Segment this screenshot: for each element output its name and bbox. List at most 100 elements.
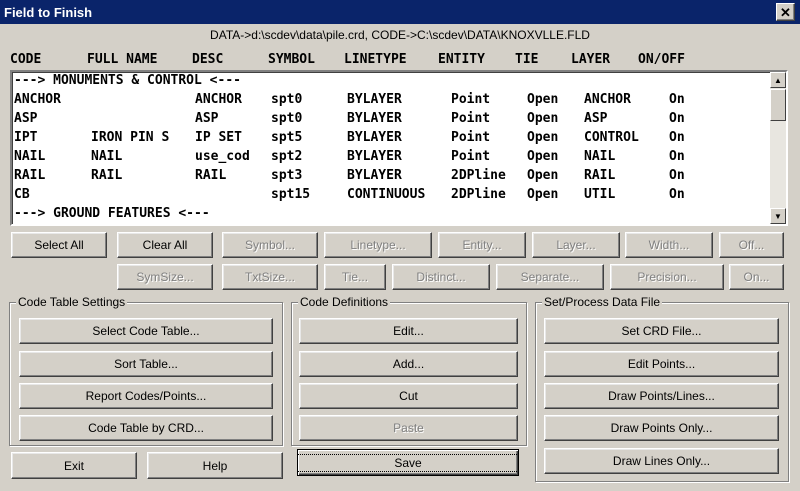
on-button[interactable]: On...: [729, 264, 784, 290]
cell-onoff: On: [669, 130, 685, 145]
code-table-settings-title: Code Table Settings: [16, 295, 128, 309]
set-process-title: Set/Process Data File: [542, 295, 663, 309]
cell-linetype: BYLAYER: [347, 111, 402, 126]
data-path-info: DATA->d:\scdev\data\pile.crd, CODE->C:\s…: [210, 28, 590, 42]
cut-button[interactable]: Cut: [299, 383, 518, 409]
cell-layer: ASP: [584, 111, 608, 126]
draw-points-only-button[interactable]: Draw Points Only...: [544, 415, 779, 441]
linetype-button[interactable]: Linetype...: [324, 232, 432, 258]
paste-button[interactable]: Paste: [299, 415, 518, 441]
off-label: Off...: [738, 238, 765, 252]
cell-symbol: spt5: [271, 130, 303, 145]
list-section-row[interactable]: ---> GROUND FEATURES <---: [14, 206, 210, 224]
close-button[interactable]: ✕: [776, 3, 795, 21]
sort-table-button[interactable]: Sort Table...: [19, 351, 273, 377]
cell-desc: RAIL: [195, 168, 227, 183]
cell-full-name: NAIL: [91, 149, 123, 164]
add-button[interactable]: Add...: [299, 351, 518, 377]
linetype-label: Linetype...: [350, 238, 406, 252]
cell-onoff: On: [669, 168, 685, 183]
report-codes-points-button[interactable]: Report Codes/Points...: [19, 383, 273, 409]
cell-onoff: On: [669, 149, 685, 164]
col-header-layer: LAYER: [571, 52, 611, 67]
select-all-button[interactable]: Select All: [11, 232, 107, 258]
arrow-up-icon: ▲: [774, 75, 782, 85]
on-label: On...: [743, 270, 770, 284]
tie-button[interactable]: Tie...: [324, 264, 386, 290]
cell-code: IPT: [14, 130, 38, 145]
list-item[interactable]: NAIL NAIL use_cod spt2 BYLAYER Point Ope…: [14, 149, 685, 168]
edit-label: Edit...: [393, 324, 424, 338]
width-button[interactable]: Width...: [625, 232, 713, 258]
cell-code: ANCHOR: [14, 92, 61, 107]
draw-lines-only-label: Draw Lines Only...: [612, 454, 711, 468]
column-headers: CODE FULL NAME DESC SYMBOL LINETYPE ENTI…: [0, 52, 685, 70]
list-item[interactable]: RAIL RAIL RAIL spt3 BYLAYER 2DPline Open…: [14, 168, 685, 187]
layer-button[interactable]: Layer...: [532, 232, 620, 258]
cell-desc: IP SET: [195, 130, 242, 145]
code-table-by-crd-button[interactable]: Code Table by CRD...: [19, 415, 273, 441]
precision-button[interactable]: Precision...: [610, 264, 724, 290]
cell-full-name: IRON PIN S: [91, 130, 170, 145]
col-header-entity: ENTITY: [438, 52, 485, 67]
list-section-row[interactable]: ---> MONUMENTS & CONTROL <---: [14, 73, 241, 92]
scroll-thumb[interactable]: [770, 89, 786, 121]
exit-button[interactable]: Exit: [11, 452, 137, 479]
list-item[interactable]: ANCHOR ANCHOR spt0 BYLAYER Point Open AN…: [14, 92, 685, 111]
code-list[interactable]: ---> MONUMENTS & CONTROL <--- ANCHOR ANC…: [10, 70, 788, 226]
layer-label: Layer...: [556, 238, 596, 252]
entity-label: Entity...: [462, 238, 502, 252]
separate-button[interactable]: Separate...: [496, 264, 604, 290]
draw-points-lines-label: Draw Points/Lines...: [608, 389, 715, 403]
entity-button[interactable]: Entity...: [438, 232, 526, 258]
scroll-up-button[interactable]: ▲: [770, 72, 786, 88]
set-crd-file-button[interactable]: Set CRD File...: [544, 318, 779, 344]
vertical-scrollbar[interactable]: ▲ ▼: [770, 72, 786, 224]
cell-layer: CONTROL: [584, 130, 639, 145]
clear-all-button[interactable]: Clear All: [117, 232, 213, 258]
draw-lines-only-button[interactable]: Draw Lines Only...: [544, 448, 779, 474]
symsize-label: SymSize...: [136, 270, 194, 284]
code-definitions-title: Code Definitions: [298, 295, 391, 309]
edit-button[interactable]: Edit...: [299, 318, 518, 344]
cell-entity: 2DPline: [451, 168, 506, 183]
draw-points-lines-button[interactable]: Draw Points/Lines...: [544, 383, 779, 409]
distinct-button[interactable]: Distinct...: [392, 264, 490, 290]
col-header-code: CODE: [10, 52, 42, 67]
section-label: ---> GROUND FEATURES <---: [14, 206, 210, 221]
cell-entity: Point: [451, 111, 491, 126]
cell-layer: ANCHOR: [584, 92, 631, 107]
tie-label: Tie...: [341, 270, 369, 284]
edit-points-button[interactable]: Edit Points...: [544, 351, 779, 377]
cell-symbol: spt3: [271, 168, 303, 183]
cell-desc: ASP: [195, 111, 219, 126]
help-button[interactable]: Help: [147, 452, 283, 479]
set-crd-file-label: Set CRD File...: [621, 324, 702, 338]
txtsize-button[interactable]: TxtSize...: [222, 264, 318, 290]
list-item[interactable]: ASP ASP spt0 BYLAYER Point Open ASP On: [14, 111, 685, 130]
symbol-button[interactable]: Symbol...: [222, 232, 318, 258]
scroll-down-button[interactable]: ▼: [770, 208, 786, 224]
cut-label: Cut: [399, 389, 418, 403]
cell-entity: 2DPline: [451, 187, 506, 202]
cell-entity: Point: [451, 130, 491, 145]
cell-entity: Point: [451, 92, 491, 107]
save-button[interactable]: Save: [297, 449, 519, 476]
symsize-button[interactable]: SymSize...: [117, 264, 213, 290]
cell-code: ASP: [14, 111, 38, 126]
cell-tie: Open: [527, 168, 559, 183]
list-item[interactable]: IPT IRON PIN S IP SET spt5 BYLAYER Point…: [14, 130, 685, 149]
cell-symbol: spt0: [271, 92, 303, 107]
cell-onoff: On: [669, 187, 685, 202]
select-all-label: Select All: [34, 238, 84, 252]
title-bar: Field to Finish ✕: [0, 0, 800, 24]
cell-tie: Open: [527, 130, 559, 145]
cell-linetype: BYLAYER: [347, 168, 402, 183]
cell-code: RAIL: [14, 168, 46, 183]
cell-linetype: BYLAYER: [347, 149, 402, 164]
cell-onoff: On: [669, 92, 685, 107]
off-button[interactable]: Off...: [719, 232, 784, 258]
select-code-table-button[interactable]: Select Code Table...: [19, 318, 273, 344]
cell-code: CB: [14, 187, 30, 202]
list-item[interactable]: CB spt15 CONTINUOUS 2DPline Open UTIL On: [14, 187, 685, 206]
